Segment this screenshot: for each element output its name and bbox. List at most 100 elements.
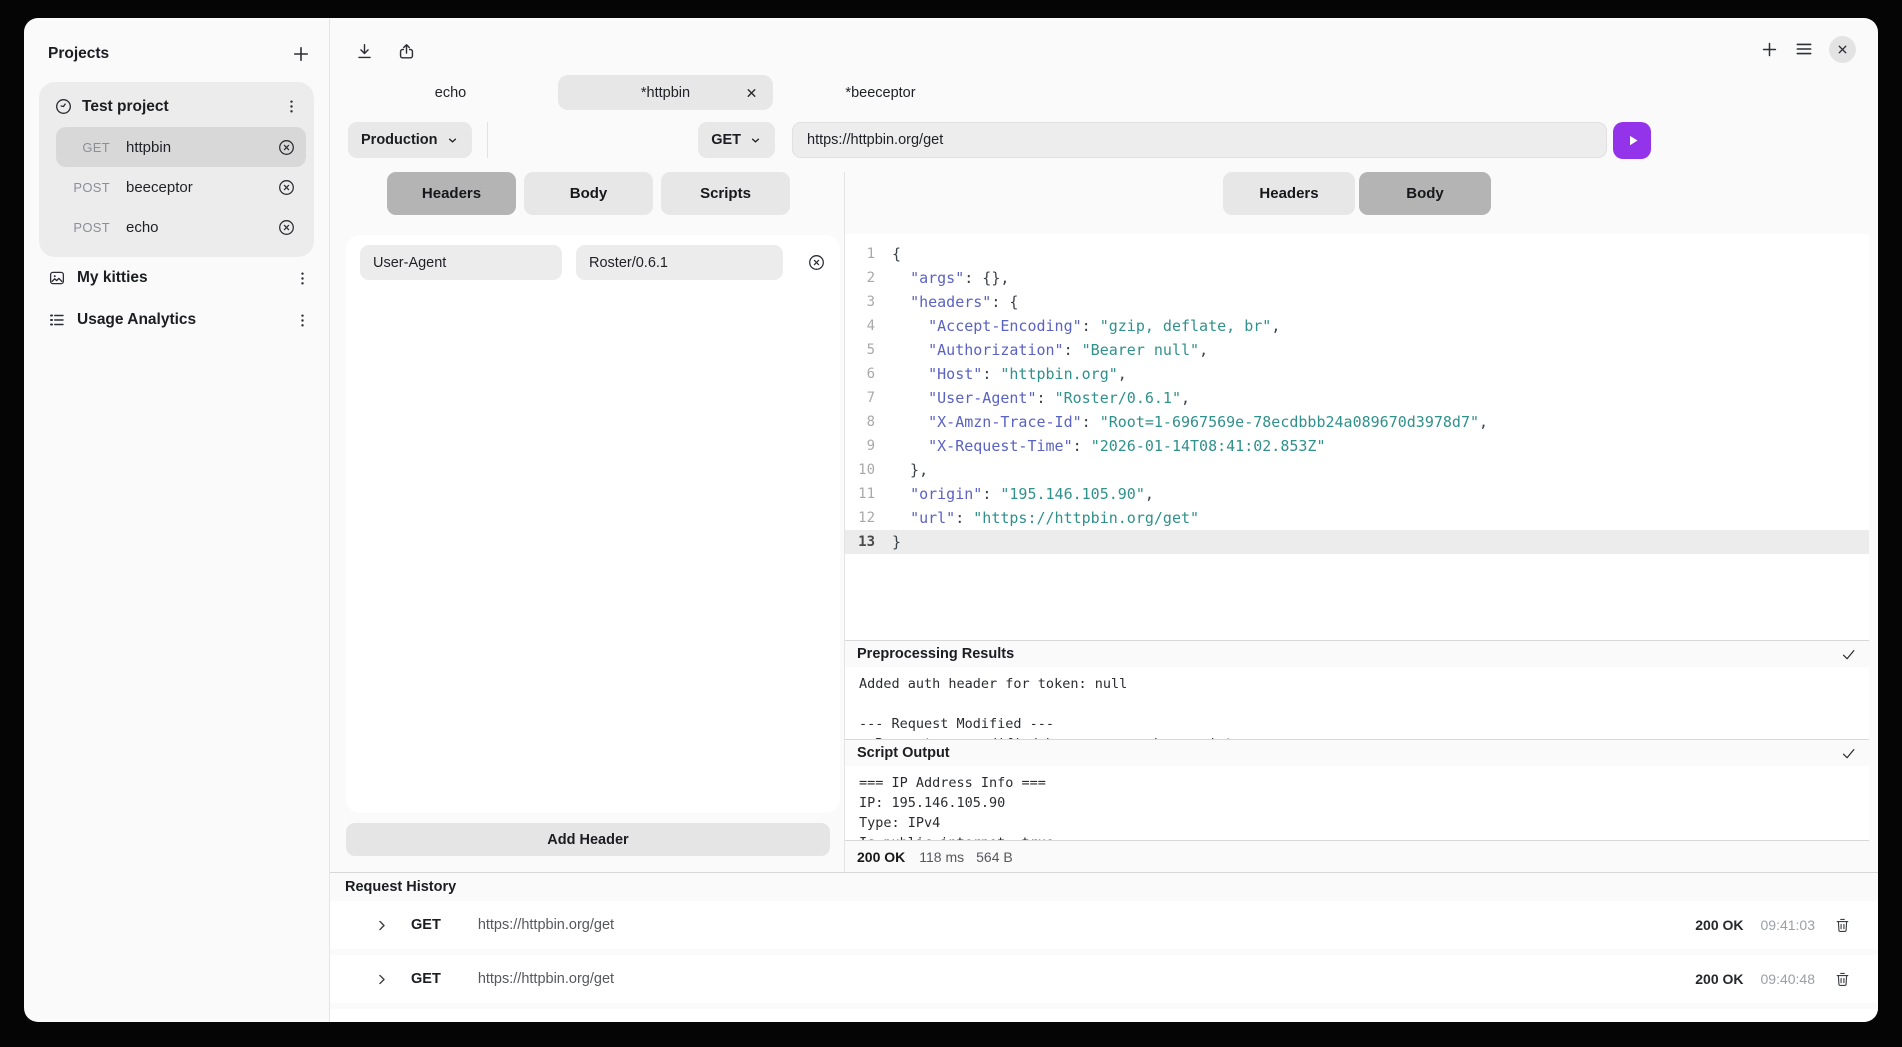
code-line[interactable]: 11 "origin": "195.146.105.90",: [853, 482, 1869, 506]
kitties-menu-button[interactable]: [294, 270, 311, 287]
chevron-down-icon: [749, 134, 762, 147]
kebab-icon: [283, 98, 300, 115]
request-name-label: beeceptor: [126, 179, 277, 196]
trash-icon: [1834, 971, 1851, 988]
menu-button[interactable]: [1794, 39, 1814, 59]
code-line[interactable]: 6 "Host": "httpbin.org",: [853, 362, 1869, 386]
plus-icon: [1760, 40, 1779, 59]
line-number: 2: [853, 266, 875, 290]
projects-title: Projects: [48, 45, 109, 63]
code-line[interactable]: 3 "headers": {: [853, 290, 1869, 314]
line-number: 3: [853, 290, 875, 314]
delete-history-button[interactable]: [1834, 971, 1851, 988]
history-url: https://httpbin.org/get: [478, 971, 614, 987]
delete-history-button[interactable]: [1834, 917, 1851, 934]
method-selector[interactable]: GET: [698, 122, 775, 158]
file-tabs: echo *httpbin *beeceptor: [330, 75, 1878, 110]
code-line[interactable]: 7 "User-Agent": "Roster/0.6.1",: [853, 386, 1869, 410]
response-pane-tab[interactable]: Body: [1359, 172, 1491, 215]
project-header[interactable]: Test project: [47, 90, 306, 127]
tab-label: *beeceptor: [845, 85, 915, 101]
sidebar-request-item[interactable]: POST beeceptor: [56, 167, 306, 207]
sidebar-item-my-kitties[interactable]: My kitties: [24, 257, 329, 299]
new-tab-button[interactable]: [1760, 40, 1779, 59]
environment-selector[interactable]: Production: [348, 122, 472, 158]
code-line[interactable]: 4 "Accept-Encoding": "gzip, deflate, br"…: [853, 314, 1869, 338]
remove-request-button[interactable]: [277, 138, 296, 157]
header-row: User-Agent Roster/0.6.1: [360, 245, 826, 280]
share-button[interactable]: [397, 42, 416, 61]
analytics-menu-button[interactable]: [294, 312, 311, 329]
request-pane-tab[interactable]: Body: [524, 172, 653, 215]
output-line: Added auth header for token: null: [859, 674, 1855, 694]
history-method: GET: [411, 917, 441, 933]
list-icon: [48, 311, 66, 329]
add-header-button[interactable]: Add Header: [346, 823, 830, 856]
remove-request-button[interactable]: [277, 218, 296, 237]
code-line[interactable]: 1{: [853, 242, 1869, 266]
code-line[interactable]: 5 "Authorization": "Bearer null",: [853, 338, 1869, 362]
request-name-label: echo: [126, 219, 277, 236]
expand-row-button[interactable]: [374, 918, 389, 933]
request-method-label: POST: [56, 220, 110, 235]
code-line[interactable]: 2 "args": {},: [853, 266, 1869, 290]
tab-label: Headers: [422, 185, 481, 202]
tab-label: Headers: [1259, 185, 1318, 202]
request-pane-tab[interactable]: Headers: [387, 172, 516, 215]
close-tab-button[interactable]: [745, 86, 758, 99]
code-line[interactable]: 9 "X-Request-Time": "2026-01-14T08:41:02…: [853, 434, 1869, 458]
sidebar-item-usage-analytics[interactable]: Usage Analytics: [24, 299, 329, 341]
kebab-icon: [294, 270, 311, 287]
x-circle-icon: [277, 218, 296, 237]
tab-label: Scripts: [700, 185, 751, 202]
download-icon: [355, 42, 374, 61]
history-row-meta: 200 OK 09:40:48: [1695, 971, 1851, 988]
url-input[interactable]: [792, 122, 1607, 158]
tab-echo[interactable]: echo: [343, 75, 558, 110]
request-pane-tab[interactable]: Scripts: [661, 172, 790, 215]
trash-icon: [1834, 917, 1851, 934]
request-method-label: GET: [56, 140, 110, 155]
sidebar-request-item[interactable]: POST echo: [56, 207, 306, 247]
project-menu-button[interactable]: [283, 98, 300, 115]
x-circle-icon: [277, 178, 296, 197]
add-project-button[interactable]: [291, 44, 311, 64]
close-icon: [1836, 43, 1849, 56]
sidebar-item-label: My kitties: [77, 269, 283, 287]
header-key-field[interactable]: User-Agent: [360, 245, 562, 280]
request-bar: Production GET: [330, 122, 1878, 158]
chevron-right-icon: [374, 972, 389, 987]
status-time: 118 ms: [919, 849, 964, 865]
remove-request-button[interactable]: [277, 178, 296, 197]
tab-beeceptor[interactable]: *beeceptor: [773, 75, 988, 110]
line-number: 1: [853, 242, 875, 266]
header-value-field[interactable]: Roster/0.6.1: [576, 245, 783, 280]
script-output-header[interactable]: Script Output: [845, 739, 1869, 766]
window-controls: [1760, 34, 1856, 64]
preprocessing-header[interactable]: Preprocessing Results: [845, 640, 1869, 667]
history-time: 09:41:03: [1761, 917, 1816, 933]
code-line[interactable]: 10 },: [853, 458, 1869, 482]
script-output[interactable]: === IP Address Info ===IP: 195.146.105.9…: [845, 766, 1869, 840]
history-row[interactable]: GET https://httpbin.org/get 200 OK 09:41…: [330, 901, 1878, 949]
code-line[interactable]: 13}: [845, 530, 1869, 554]
code-line[interactable]: 8 "X-Amzn-Trace-Id": "Root=1-6967569e-78…: [853, 410, 1869, 434]
history-row[interactable]: GET https://httpbin.org/get 200 OK 09:40…: [330, 955, 1878, 1003]
response-pane-tab[interactable]: Headers: [1223, 172, 1355, 215]
line-number: 10: [853, 458, 875, 482]
remove-header-button[interactable]: [807, 253, 826, 272]
tab-label: echo: [435, 85, 466, 101]
line-number: 8: [853, 410, 875, 434]
response-code-editor[interactable]: 1{2 "args": {},3 "headers": {4 "Accept-E…: [845, 234, 1869, 640]
preprocessing-output[interactable]: Added auth header for token: null--- Req…: [845, 667, 1869, 739]
close-window-button[interactable]: [1829, 36, 1856, 63]
download-button[interactable]: [355, 42, 374, 61]
send-request-button[interactable]: [1613, 122, 1651, 159]
close-icon: [745, 86, 758, 99]
sidebar-request-item[interactable]: GET httpbin: [56, 127, 306, 167]
tab-httpbin[interactable]: *httpbin: [558, 75, 773, 110]
image-icon: [48, 269, 66, 287]
expand-row-button[interactable]: [374, 972, 389, 987]
code-line[interactable]: 12 "url": "https://httpbin.org/get": [853, 506, 1869, 530]
play-icon: [1625, 133, 1640, 148]
